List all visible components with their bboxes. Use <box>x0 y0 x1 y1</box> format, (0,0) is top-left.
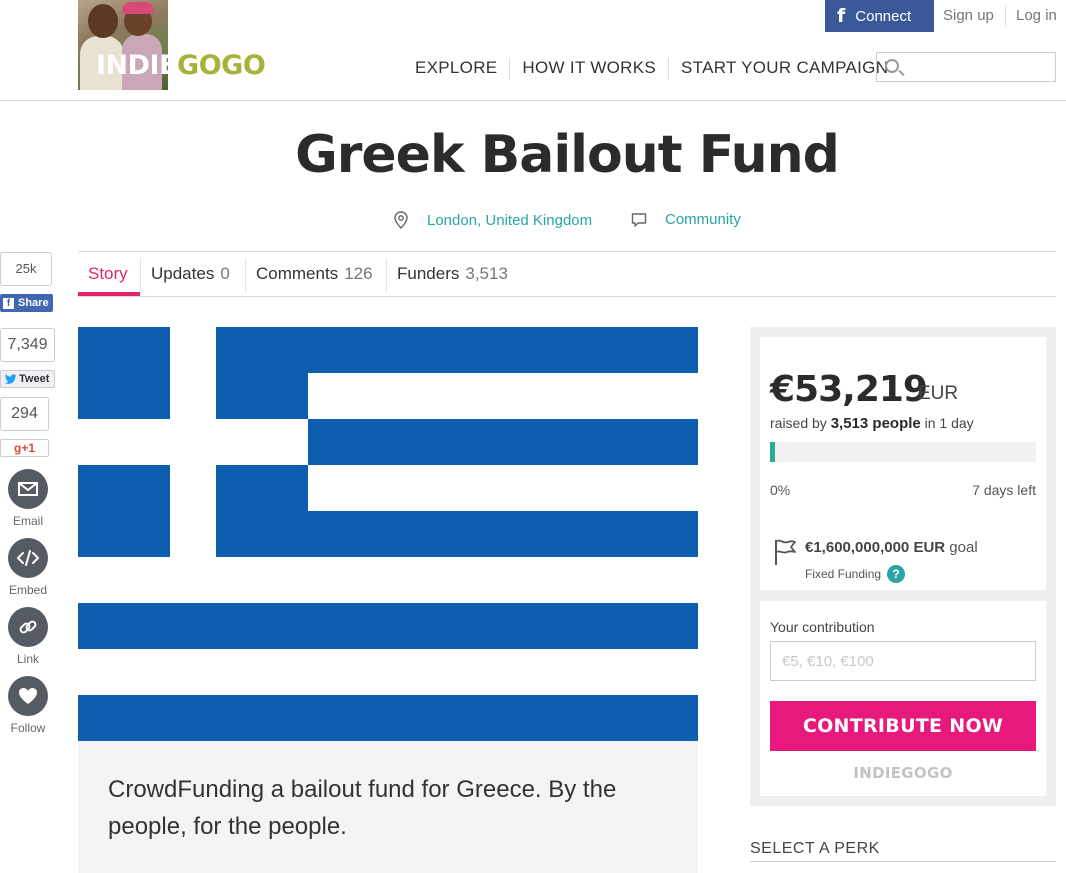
progress-bar-fill <box>770 442 775 462</box>
main-nav: EXPLORE HOW IT WORKS START YOUR CAMPAIGN <box>403 58 900 80</box>
tab-separator <box>140 258 141 292</box>
nav-how-it-works[interactable]: HOW IT WORKS <box>509 58 668 80</box>
facebook-connect-button[interactable]: f Connect <box>825 0 934 32</box>
nav-start-campaign[interactable]: START YOUR CAMPAIGN <box>668 58 900 80</box>
contribution-input[interactable] <box>770 641 1036 681</box>
contribution-box: Your contribution CONTRIBUTE NOW INDIEGO… <box>760 601 1046 796</box>
embed-button[interactable] <box>8 538 48 578</box>
tweet-label: Tweet <box>19 373 50 385</box>
header-divider <box>1005 6 1006 26</box>
raised-by-text: raised by 3,513 people in 1 day <box>770 415 974 432</box>
code-icon <box>17 550 39 566</box>
link-label: Link <box>16 652 39 666</box>
speech-bubble-icon <box>631 212 647 227</box>
embed-label: Embed <box>8 583 48 597</box>
amount-currency: EUR <box>918 383 959 404</box>
nav-explore[interactable]: EXPLORE <box>403 58 509 80</box>
tab-comments[interactable]: Comments 126 <box>256 264 373 284</box>
funding-type: Fixed Funding ? <box>805 565 906 583</box>
campaign-category[interactable]: Community <box>631 211 741 228</box>
email-share-button[interactable] <box>8 469 48 509</box>
tabs-border-bottom <box>78 296 1056 297</box>
twitter-share-count: 7,349 <box>0 328 55 362</box>
tab-updates[interactable]: Updates 0 <box>151 264 230 284</box>
email-label: Email <box>12 514 43 528</box>
facebook-share-label: Share <box>18 297 49 309</box>
days-left: 7 days left <box>972 482 1036 498</box>
location-pin-icon <box>394 211 408 229</box>
contribute-now-button[interactable]: CONTRIBUTE NOW <box>770 701 1036 751</box>
contribution-label: Your contribution <box>770 619 875 635</box>
funding-goal: €1,600,000,000 EUR goal <box>805 539 978 556</box>
campaign-image-greek-flag <box>78 327 698 741</box>
search-box <box>876 52 1056 82</box>
progress-bar <box>770 442 1036 462</box>
search-input[interactable] <box>907 55 1052 79</box>
site-header: INDIEGOGO f Connect Sign up Log in EXPLO… <box>0 0 1066 101</box>
twitter-bird-icon <box>4 373 17 384</box>
campaign-location[interactable]: London, United Kingdom <box>393 211 592 229</box>
funder-count: 3,513 people <box>830 415 921 432</box>
gplus-label: g+1 <box>13 441 35 455</box>
story-pitch: CrowdFunding a bailout fund for Greece. … <box>108 776 617 840</box>
log-in-link[interactable]: Log in <box>1016 7 1057 24</box>
category-label: Community <box>665 211 741 228</box>
story-pitch-box: CrowdFunding a bailout fund for Greece. … <box>78 741 698 873</box>
logo-wordmark: INDIEGOGO <box>96 50 266 81</box>
select-perk-heading: SELECT A PERK <box>750 840 880 857</box>
tab-separator <box>245 258 246 292</box>
goal-flag-icon <box>775 539 796 565</box>
sign-up-link[interactable]: Sign up <box>943 7 994 24</box>
tab-funders[interactable]: Funders 3,513 <box>397 264 508 284</box>
follow-button[interactable] <box>8 676 48 716</box>
gplus-button[interactable]: g+1 <box>0 439 49 457</box>
progress-percent: 0% <box>770 482 791 498</box>
facebook-share-count: 25k <box>0 252 52 286</box>
indiegogo-logo[interactable]: INDIEGOGO <box>78 0 266 90</box>
facebook-icon: f <box>837 5 846 27</box>
facebook-connect-label: Connect <box>855 7 912 25</box>
gplus-share-count: 294 <box>0 397 49 431</box>
indiegogo-footer-logo: INDIEGOGO <box>853 764 953 782</box>
tweet-button[interactable]: Tweet <box>0 370 55 388</box>
search-icon[interactable] <box>885 59 899 73</box>
tab-separator <box>386 258 387 292</box>
amount-raised: €53,219 <box>770 369 928 410</box>
facebook-icon: f <box>3 297 14 309</box>
tabs-border-top <box>78 251 1056 252</box>
link-chain-icon <box>19 620 37 634</box>
campaign-title: Greek Bailout Fund <box>295 125 840 185</box>
perk-divider <box>750 861 1056 862</box>
funding-summary: €53,219 EUR raised by 3,513 people in 1 … <box>760 337 1046 590</box>
tab-story[interactable]: Story <box>88 264 128 284</box>
help-icon[interactable]: ? <box>887 565 906 583</box>
heart-icon <box>19 688 37 704</box>
facebook-share-button[interactable]: f Share <box>0 294 53 312</box>
link-button[interactable] <box>8 607 48 647</box>
follow-label: Follow <box>10 721 46 735</box>
funding-panel: €53,219 EUR raised by 3,513 people in 1 … <box>750 327 1056 806</box>
envelope-icon <box>18 482 38 496</box>
location-label: London, United Kingdom <box>427 211 593 229</box>
